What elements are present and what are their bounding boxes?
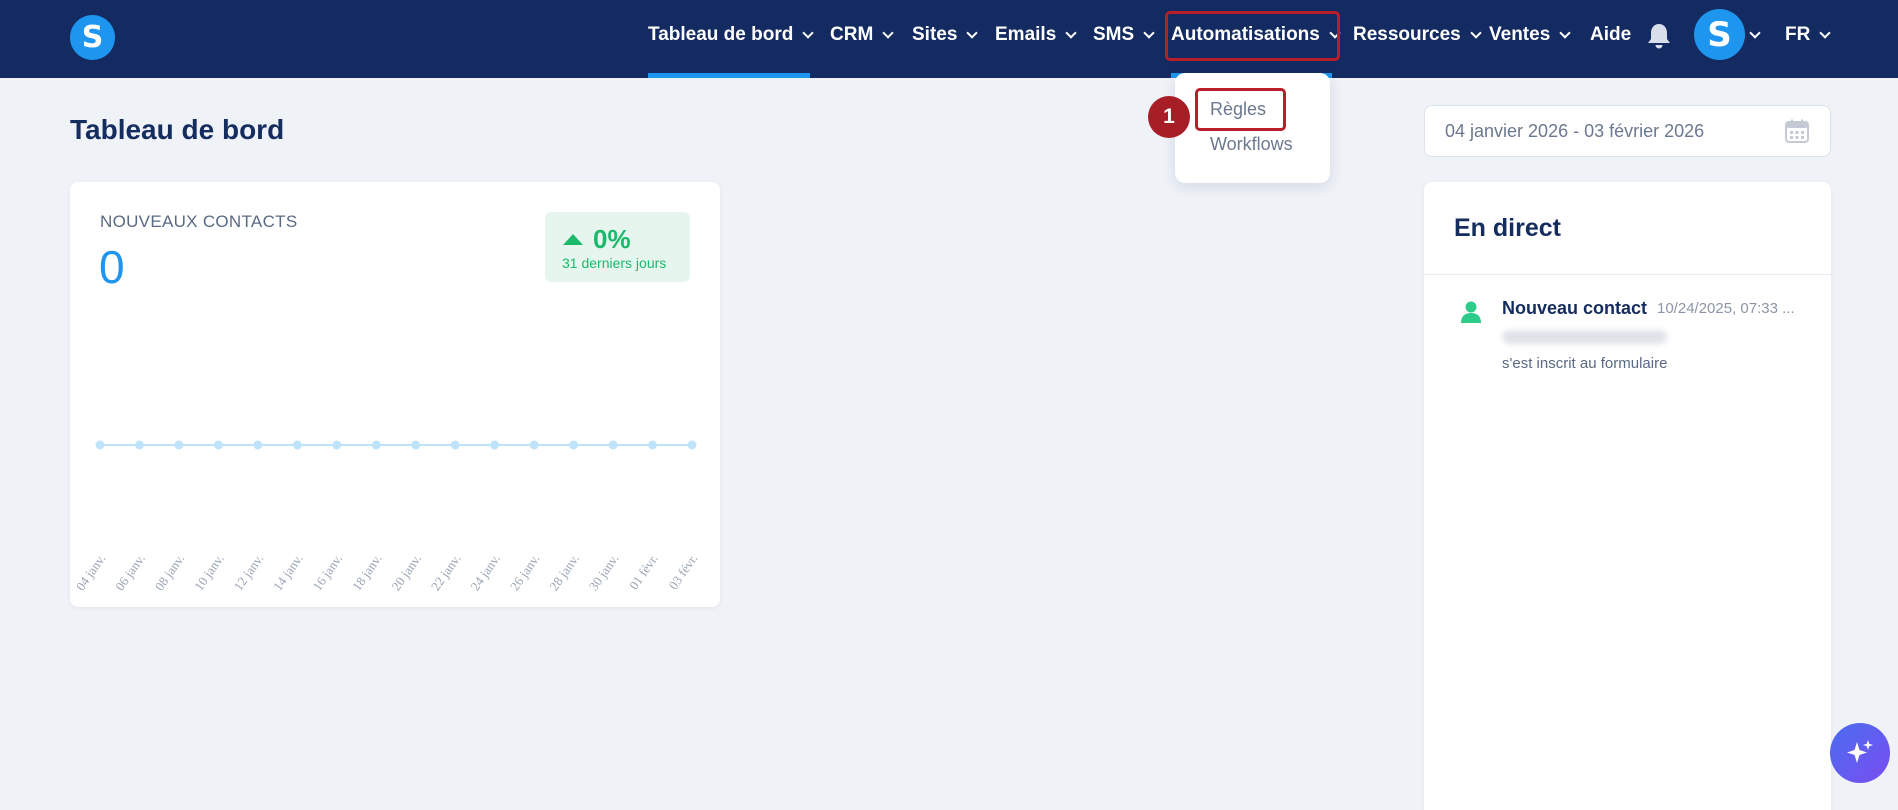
nav-crm[interactable]: CRM xyxy=(830,0,894,70)
data-point xyxy=(371,440,381,450)
top-navbar: S Tableau de bord CRM Sites Emails SMS A… xyxy=(0,0,1898,78)
x-tick-label: 26 janv. xyxy=(507,551,543,593)
ai-assistant-button[interactable] xyxy=(1830,723,1890,783)
nav-aide[interactable]: Aide xyxy=(1590,0,1631,70)
data-point xyxy=(648,440,658,450)
x-tick-label: 20 janv. xyxy=(388,551,424,593)
language-selector[interactable]: FR xyxy=(1785,0,1831,70)
active-nav-indicator xyxy=(648,73,810,78)
chevron-down-icon xyxy=(1143,26,1155,39)
data-point xyxy=(529,440,539,450)
logo-letter: S xyxy=(81,20,104,55)
x-tick-label: 10 janv. xyxy=(191,551,227,593)
x-tick-label: 28 janv. xyxy=(546,551,582,593)
nav-ressources[interactable]: Ressources xyxy=(1353,0,1482,70)
data-point xyxy=(292,440,302,450)
nav-sms[interactable]: SMS xyxy=(1093,0,1155,70)
nav-label: Ressources xyxy=(1353,24,1461,45)
live-event-time: 10/24/2025, 07:33 ... xyxy=(1657,300,1795,317)
chevron-down-icon xyxy=(882,26,894,39)
new-contacts-card: NOUVEAUX CONTACTS 0 0% 31 derniers jours… xyxy=(70,182,720,607)
data-point xyxy=(332,440,342,450)
nav-label: Sites xyxy=(912,24,958,45)
x-tick-label: 03 févr. xyxy=(665,551,700,592)
contacts-line-chart: 04 janv. 06 janv. 08 janv. 10 janv. 12 janv.… xyxy=(73,440,700,593)
chevron-down-icon xyxy=(1559,26,1571,39)
data-point xyxy=(450,440,460,450)
x-tick-label: 01 févr. xyxy=(626,551,661,592)
nav-label: CRM xyxy=(830,24,874,45)
x-tick-label: 30 janv. xyxy=(586,551,622,593)
chevron-down-icon xyxy=(1470,26,1482,39)
divider xyxy=(1424,274,1831,275)
chevron-down-icon xyxy=(1749,26,1761,39)
data-point xyxy=(95,440,105,450)
chevron-down-icon xyxy=(802,26,815,39)
data-point xyxy=(490,440,500,450)
nav-emails[interactable]: Emails xyxy=(995,0,1077,70)
nav-label: SMS xyxy=(1093,24,1135,45)
user-avatar[interactable]: S xyxy=(1694,9,1745,60)
live-event-title[interactable]: Nouveau contact xyxy=(1502,298,1647,319)
nav-label: Emails xyxy=(995,24,1057,45)
dropdown-item-workflows[interactable]: Workflows xyxy=(1210,134,1293,155)
data-point xyxy=(253,440,263,450)
automatisations-highlight-box xyxy=(1165,11,1340,61)
date-range-text: 04 janvier 2026 - 03 février 2026 xyxy=(1445,121,1705,141)
regles-highlight-box xyxy=(1195,88,1286,131)
page-title: Tableau de bord xyxy=(70,114,285,145)
x-tick-label: 24 janv. xyxy=(467,551,503,593)
data-point xyxy=(608,440,618,450)
sparkle-icon xyxy=(1847,740,1873,763)
step-badge: 1 xyxy=(1148,96,1190,138)
avatar-letter: S xyxy=(1707,14,1732,55)
chevron-down-icon xyxy=(1819,26,1831,39)
nav-sites[interactable]: Sites xyxy=(912,0,979,70)
nav-ventes[interactable]: Ventes xyxy=(1489,0,1571,70)
x-tick-label: 16 janv. xyxy=(309,551,345,593)
data-point xyxy=(174,440,184,450)
nav-label: Ventes xyxy=(1489,24,1551,45)
live-title: En direct xyxy=(1454,214,1561,242)
live-feed-card: En direct Nouveau contact 10/24/2025, 07… xyxy=(1424,182,1831,810)
data-point xyxy=(213,440,223,450)
nav-tableau-de-bord[interactable]: Tableau de bord xyxy=(648,0,815,70)
x-tick-label: 12 janv. xyxy=(230,551,266,593)
nav-label: Aide xyxy=(1590,24,1632,45)
x-tick-label: 06 janv. xyxy=(112,551,148,593)
redacted-email xyxy=(1502,330,1667,344)
x-tick-label: 08 janv. xyxy=(152,551,188,593)
user-icon xyxy=(1461,301,1481,323)
data-point xyxy=(411,440,421,450)
x-tick-label: 04 janv. xyxy=(73,551,109,593)
app-logo[interactable]: S xyxy=(70,15,115,60)
live-event-description: s'est inscrit au formulaire xyxy=(1502,355,1668,372)
date-range-picker[interactable]: 04 janvier 2026 - 03 février 2026 xyxy=(1424,105,1831,157)
x-tick-label: 22 janv. xyxy=(428,551,464,593)
x-tick-label: 14 janv. xyxy=(270,551,306,593)
chevron-down-icon xyxy=(1065,26,1077,39)
x-tick-label: 18 janv. xyxy=(349,551,385,593)
data-point xyxy=(569,440,579,450)
calendar-icon xyxy=(1785,119,1809,143)
language-label: FR xyxy=(1785,24,1811,45)
nav-label: Tableau de bord xyxy=(648,24,794,45)
data-point xyxy=(687,440,697,450)
bell-icon[interactable] xyxy=(1646,22,1672,50)
chevron-down-icon xyxy=(966,26,979,39)
avatar-menu-toggle[interactable] xyxy=(1749,0,1761,70)
data-point xyxy=(134,440,144,450)
